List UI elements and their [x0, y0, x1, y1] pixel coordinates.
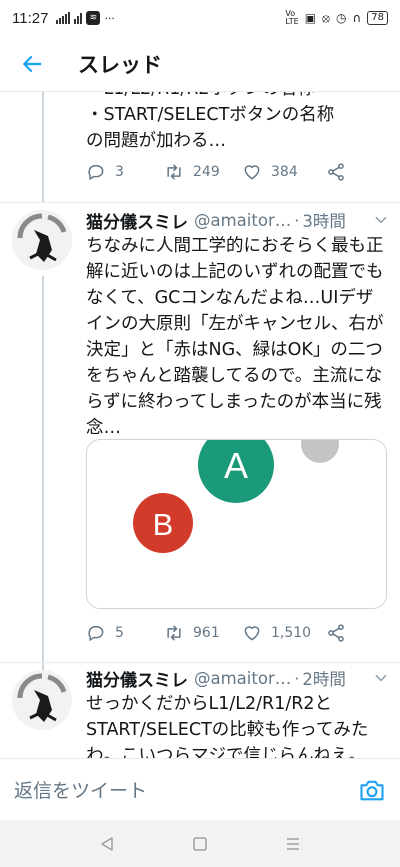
thread-connector — [42, 276, 44, 670]
camera-button[interactable] — [358, 776, 386, 804]
thread-list[interactable]: ・L1/L2/R1/R2ボタンの名称 ・START/SELECTボタンの名称 の… — [0, 92, 400, 758]
nav-recents-button[interactable] — [283, 834, 303, 854]
gray-button — [301, 440, 339, 463]
alarm-icon: ◷ — [335, 11, 347, 25]
avatar-image — [12, 670, 72, 730]
volte-icon: Vo LTE — [285, 9, 299, 26]
tweet-time[interactable]: 3時間 — [302, 208, 346, 232]
chevron-down-icon — [375, 216, 387, 224]
a-button-label: A — [224, 445, 248, 486]
more-notifications-icon: ··· — [104, 11, 115, 25]
share-icon — [328, 163, 344, 181]
like-button[interactable]: 384 — [242, 162, 326, 182]
tweet-header: 猫分儀スミレ @amaitor… · 3時間 — [86, 207, 390, 233]
tweet-time[interactable]: 2時間 — [302, 666, 346, 690]
heart-icon — [244, 626, 260, 641]
share-button[interactable] — [326, 162, 346, 182]
reply-button[interactable]: 5 — [86, 623, 164, 643]
reply-icon — [88, 165, 104, 180]
display-name[interactable]: 猫分儀スミレ — [86, 666, 188, 691]
status-time: 11:27 — [12, 9, 49, 27]
reply-count: 3 — [115, 164, 124, 180]
thread-connector — [42, 92, 44, 202]
headphones-icon: ∩ — [352, 11, 362, 25]
nfc-icon: ▣ — [304, 11, 317, 25]
divider — [0, 662, 400, 663]
status-right-icons: Vo LTE ▣ ⦻ ◷ ∩ 78 — [285, 10, 388, 26]
retweet-button[interactable]: 249 — [164, 162, 242, 182]
tweet-text: ・L1/L2/R1/R2ボタンの名称 ・START/SELECTボタンの名称 の… — [86, 92, 335, 151]
b-button-label: B — [153, 507, 174, 542]
status-bar: 11:27 ≋ ··· Vo LTE ▣ ⦻ ◷ ∩ 78 — [0, 0, 400, 36]
tweet-actions: 3 249 384 — [86, 162, 346, 182]
battery-indicator: 78 — [367, 11, 388, 25]
spotify-icon: ≋ — [86, 11, 101, 25]
retweet-count: 249 — [193, 164, 220, 180]
separator-dot: · — [294, 210, 300, 230]
tweet-menu-button[interactable] — [372, 211, 390, 229]
reply-bar: 返信をツイート — [0, 758, 400, 820]
divider — [0, 202, 400, 203]
app-header: スレッド — [0, 36, 400, 92]
heart-icon — [244, 165, 260, 180]
display-name[interactable]: 猫分儀スミレ — [86, 208, 188, 233]
tweet-menu-button[interactable] — [372, 669, 390, 687]
chevron-down-icon — [375, 674, 387, 682]
like-button[interactable]: 1,510 — [242, 623, 326, 643]
share-icon — [328, 624, 344, 642]
system-nav-bar — [0, 820, 400, 867]
retweet-icon — [167, 625, 181, 641]
like-count: 1,510 — [271, 625, 312, 641]
reply-button[interactable]: 3 — [86, 162, 164, 182]
retweet-icon — [167, 164, 181, 180]
tweet-text: ちなみに人間工学的におそらく最も正解に近いのは上記のいずれの配置でもなくて、GC… — [86, 236, 384, 438]
back-button[interactable] — [0, 36, 64, 92]
separator-dot: · — [294, 668, 300, 688]
retweet-count: 961 — [193, 625, 220, 641]
tweet-header: 猫分儀スミレ @amaitor… · 2時間 — [86, 665, 390, 691]
tweet-text: せっかくだからL1/L2/R1/R2とSTART/SELECTの比較も作ってみた… — [86, 694, 369, 758]
wifi-icon — [74, 12, 83, 24]
reply-input[interactable]: 返信をツイート — [14, 776, 358, 803]
reply-count: 5 — [115, 625, 124, 641]
page-title: スレッド — [78, 52, 162, 77]
avatar[interactable] — [12, 670, 72, 730]
handle[interactable]: @amaitor… — [194, 211, 291, 230]
arrow-left-icon — [23, 55, 42, 72]
share-button[interactable] — [326, 623, 346, 643]
tweet-media[interactable]: A B — [86, 439, 387, 609]
status-left-icons: ≋ ··· — [56, 11, 115, 25]
reply-icon — [88, 626, 104, 641]
triangle-back-icon — [100, 836, 113, 851]
avatar-image — [12, 210, 72, 270]
tweet-actions: 5 961 1,510 — [86, 623, 346, 643]
square-home-icon — [193, 836, 207, 851]
camera-icon — [360, 780, 384, 800]
avatar[interactable] — [12, 210, 72, 270]
menu-lines-icon — [287, 837, 300, 850]
gamecube-buttons-image: A B — [133, 440, 339, 553]
vibrate-icon: ⦻ — [322, 10, 330, 25]
like-count: 384 — [271, 164, 298, 180]
nav-back-button[interactable] — [97, 834, 117, 854]
nav-home-button[interactable] — [190, 834, 210, 854]
retweet-button[interactable]: 961 — [164, 623, 242, 643]
signal-icon — [56, 12, 71, 24]
handle[interactable]: @amaitor… — [194, 669, 291, 688]
